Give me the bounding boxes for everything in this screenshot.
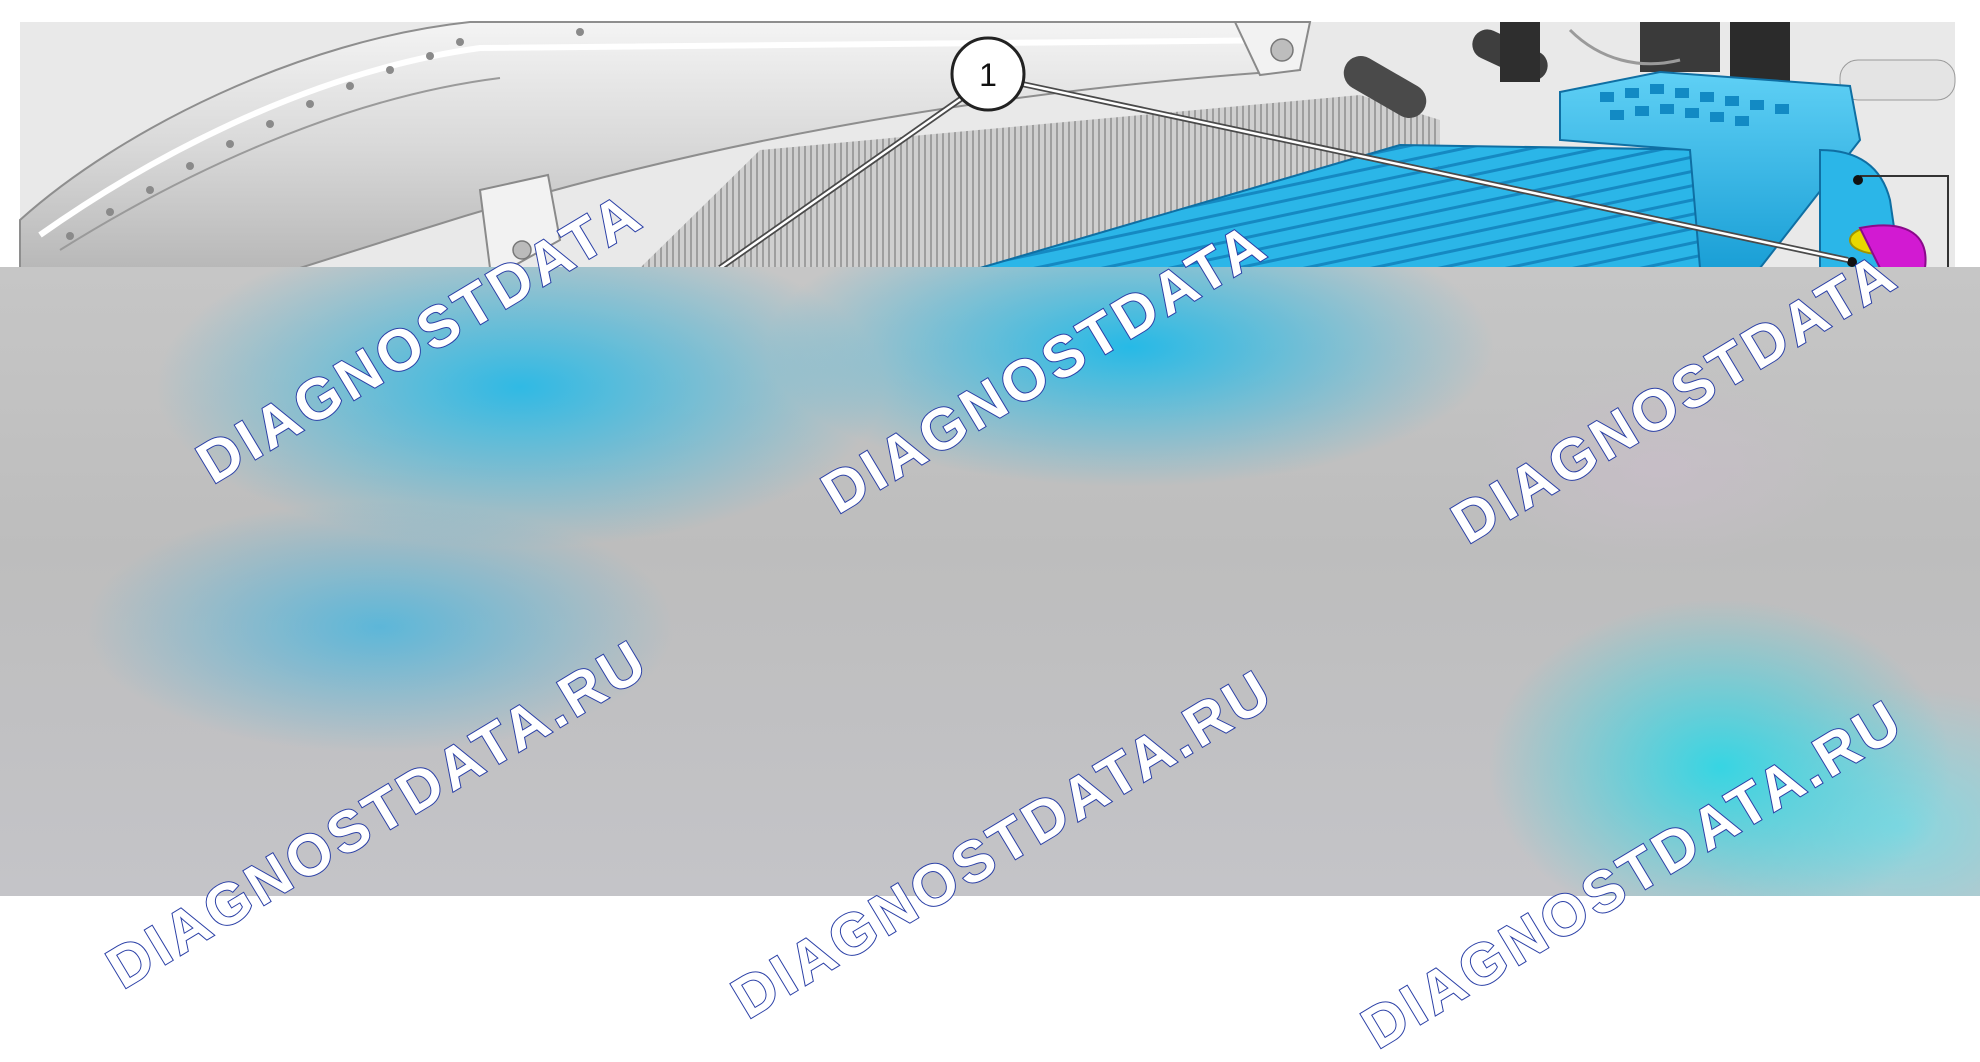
callout-1-label: 1 xyxy=(979,57,997,93)
callout-1: 1 xyxy=(950,36,1026,112)
component-illustration: 1 xyxy=(0,0,1980,268)
diagram-canvas: 1 DIAGNOSTDATA DIAGNOSTDATA DIAGNOSTDATA… xyxy=(0,0,1980,1062)
